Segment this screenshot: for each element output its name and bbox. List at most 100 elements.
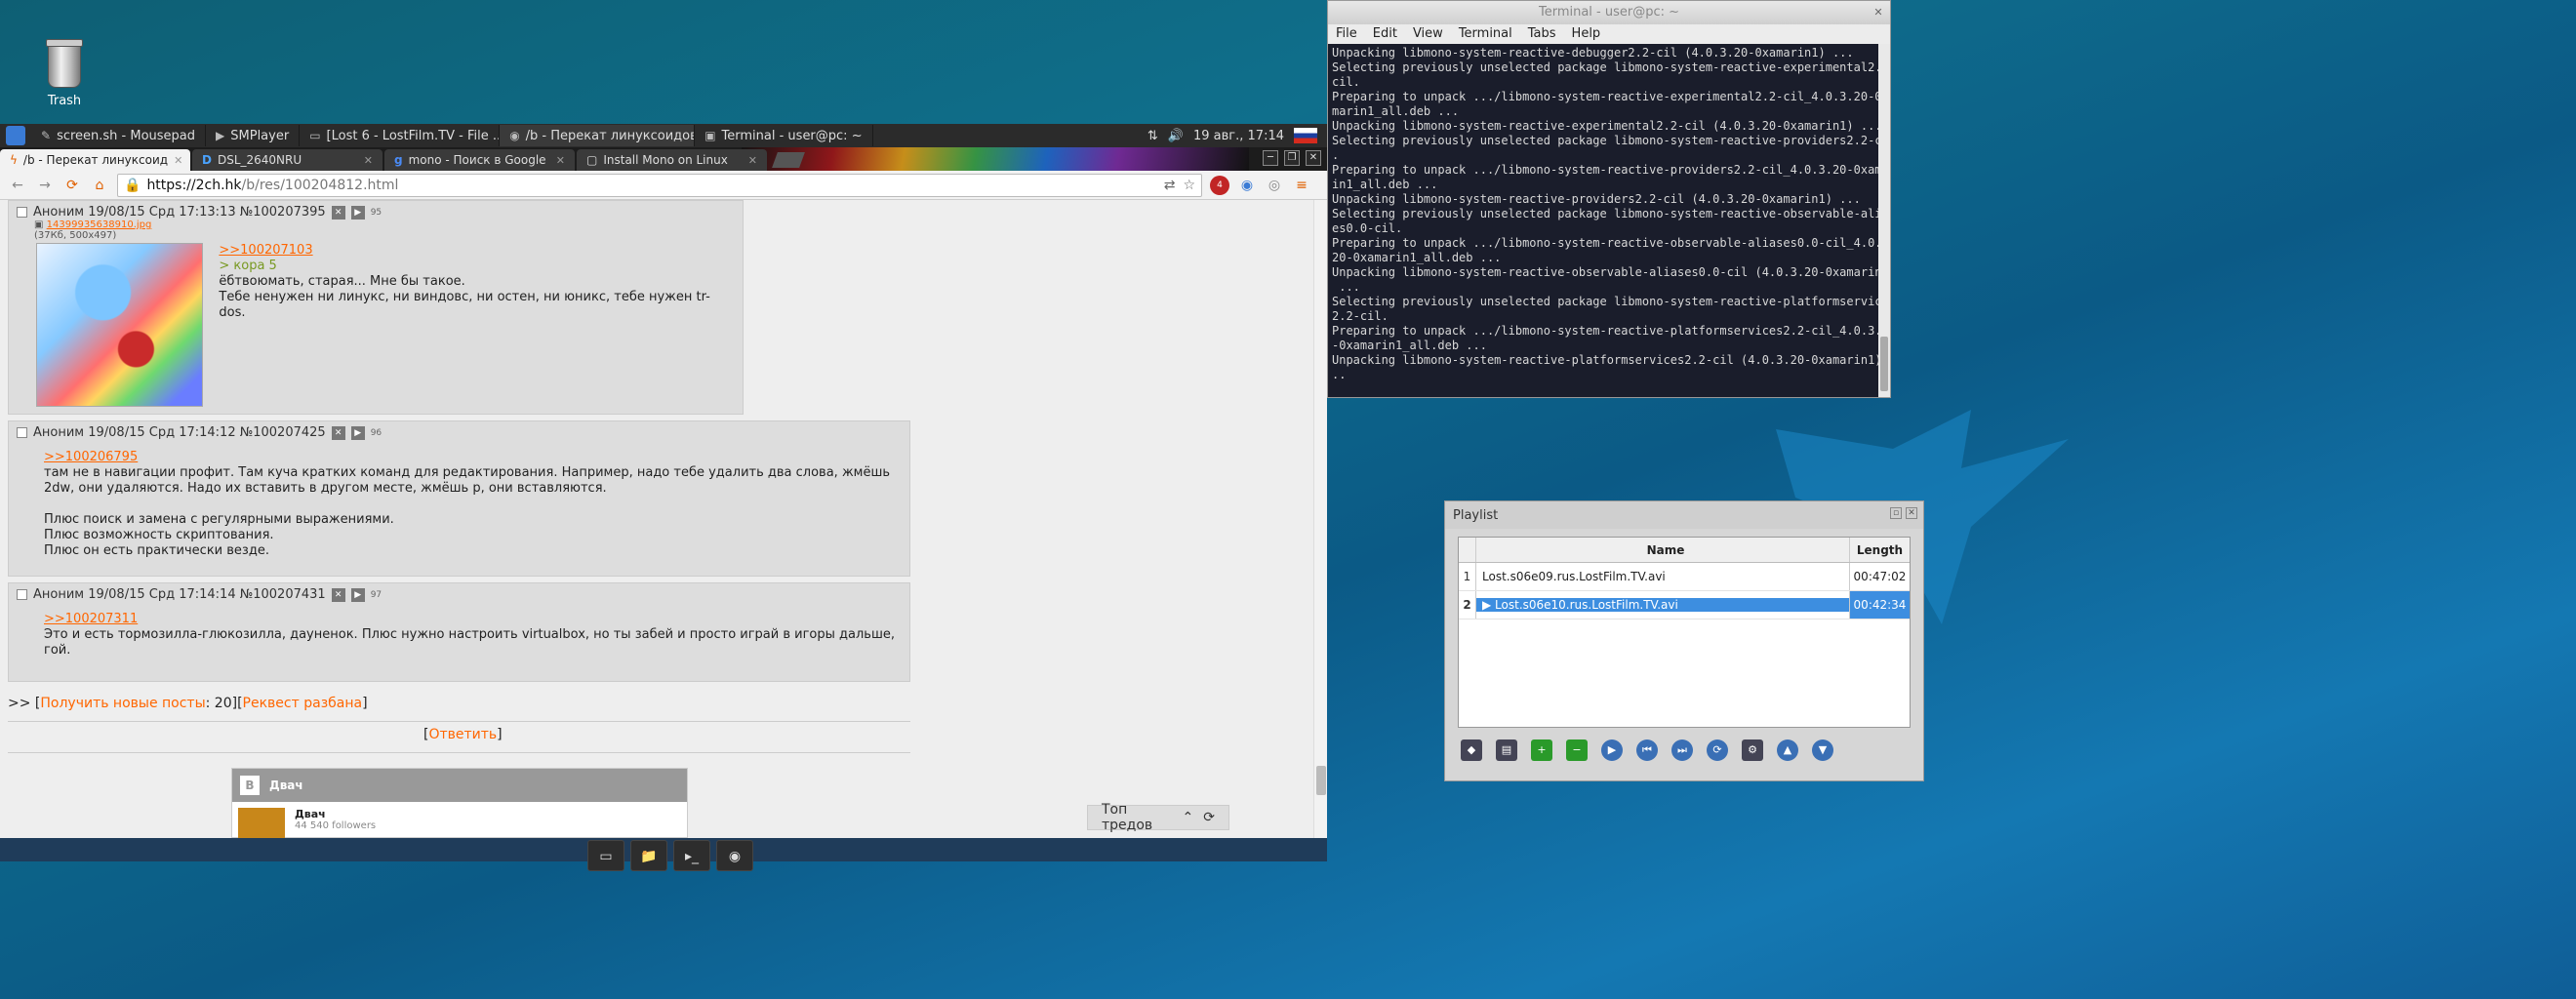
request-unban-link[interactable]: Реквест разбана <box>243 696 363 711</box>
reply-post-icon[interactable]: ▶ <box>350 587 365 602</box>
reply-link[interactable]: >>100206795 <box>44 450 902 465</box>
translate-icon[interactable]: ⇄ <box>1164 178 1176 193</box>
playlist-window: Playlist ▫ ✕ Name Length 1 Lost.s06e09.ru… <box>1444 500 1924 781</box>
extension-icon-2[interactable]: ◎ <box>1265 176 1284 195</box>
file-manager-icon[interactable]: 📁 <box>630 840 667 871</box>
post-checkbox[interactable] <box>17 427 27 438</box>
task-browser[interactable]: ◉/b - Перекат линуксоидов... <box>500 125 696 146</box>
new-tab-button[interactable] <box>772 152 805 168</box>
close-icon[interactable]: ✕ <box>1906 507 1917 519</box>
close-icon[interactable]: ✕ <box>1306 150 1321 166</box>
menu-file[interactable]: File <box>1336 24 1357 44</box>
settings-icon[interactable]: ⚙ <box>1742 739 1763 761</box>
play-icon[interactable]: ▶ <box>1601 739 1623 761</box>
terminal-line: Unpacking libmono-system-reactive-provid… <box>1332 192 1861 206</box>
scrollbar-thumb[interactable] <box>1316 766 1326 795</box>
terminal-icon: ▣ <box>704 129 716 142</box>
post-counter: 96 <box>370 427 382 438</box>
ublock-extension-icon[interactable]: 4 <box>1210 175 1229 195</box>
clock[interactable]: 19 авг., 17:14 <box>1193 129 1284 143</box>
hide-post-icon[interactable]: ✕ <box>331 587 345 602</box>
menu-icon[interactable]: ≡ <box>1292 176 1311 195</box>
close-tab-icon[interactable]: ✕ <box>364 154 373 167</box>
menu-tabs[interactable]: Tabs <box>1528 24 1556 44</box>
task-smplayer[interactable]: ▶ SMPlayer <box>206 125 301 146</box>
reply-link[interactable]: >>100207103 <box>219 243 735 259</box>
terminal-launcher-icon[interactable]: ▸_ <box>673 840 710 871</box>
save-icon[interactable]: ▤ <box>1496 739 1517 761</box>
reply-post-icon[interactable]: ▶ <box>350 425 365 440</box>
refresh-icon[interactable]: ⟳ <box>1203 810 1215 825</box>
volume-icon[interactable]: 🔊 <box>1168 129 1184 143</box>
next-icon[interactable]: ⏭ <box>1671 739 1693 761</box>
tab-dsl-router[interactable]: D DSL_2640NRU ✕ <box>192 149 382 171</box>
menu-edit[interactable]: Edit <box>1373 24 1397 44</box>
move-up-icon[interactable]: ▲ <box>1777 739 1798 761</box>
task-terminal[interactable]: ▣ Terminal - user@pc: ~ <box>695 125 873 146</box>
extension-icon[interactable]: ◉ <box>1237 176 1257 195</box>
home-icon[interactable]: ⌂ <box>90 176 109 195</box>
reply-post-icon[interactable]: ▶ <box>350 205 365 220</box>
address-bar[interactable]: 🔒 https://2ch.hk/b/res/100204812.html ⇄ ☆ <box>117 173 1202 197</box>
menu-view[interactable]: View <box>1413 24 1443 44</box>
top-threads-button[interactable]: Топ тредов ⌃ ⟳ <box>1087 802 1229 833</box>
table-row[interactable]: 1 Lost.s06e09.rus.LostFilm.TV.avi 00:47:… <box>1459 563 1910 591</box>
lightning-avatar-icon[interactable] <box>238 808 285 838</box>
post-checkbox[interactable] <box>17 207 27 218</box>
bookmark-star-icon[interactable]: ☆ <box>1183 178 1195 193</box>
maximize-icon[interactable]: ❐ <box>1284 150 1300 166</box>
collapse-icon[interactable]: ⌃ <box>1183 810 1194 825</box>
previous-icon[interactable]: ⏮ <box>1636 739 1658 761</box>
column-name[interactable]: Name <box>1476 543 1849 557</box>
hide-post-icon[interactable]: ✕ <box>331 205 345 220</box>
add-icon[interactable]: + <box>1531 739 1552 761</box>
trash-desktop-icon[interactable]: Trash <box>35 39 94 108</box>
float-icon[interactable]: ▫ <box>1890 507 1902 519</box>
browser-launcher-icon[interactable]: ◉ <box>716 840 753 871</box>
terminal-scrollbar[interactable] <box>1878 44 1890 397</box>
menu-terminal[interactable]: Terminal <box>1459 24 1512 44</box>
tab-google-search[interactable]: g mono - Поиск в Google ✕ <box>384 149 575 171</box>
move-down-icon[interactable]: ▼ <box>1812 739 1833 761</box>
close-icon[interactable]: ✕ <box>1871 5 1886 20</box>
post-header: Аноним 19/08/15 Срд 17:14:14 №100207431 <box>33 587 326 602</box>
table-row[interactable]: 2 ▶ Lost.s06e10.rus.LostFilm.TV.avi 00:4… <box>1459 591 1910 619</box>
hide-post-icon[interactable]: ✕ <box>331 425 345 440</box>
post-image-thumbnail[interactable] <box>36 243 204 407</box>
forward-arrow-icon[interactable]: → <box>35 176 55 195</box>
reply-link[interactable]: >>100207311 <box>44 612 902 627</box>
tab-2ch-thread[interactable]: ϟ/b - Перекат линуксоид ✕ <box>0 149 190 171</box>
tab-install-mono[interactable]: ▢ Install Mono on Linux ✕ <box>577 149 767 171</box>
post-counter: 95 <box>370 207 382 218</box>
post-checkbox[interactable] <box>17 589 27 600</box>
terminal-output[interactable]: Unpacking libmono-system-reactive-debugg… <box>1328 44 1890 395</box>
get-new-posts-link[interactable]: Получить новые посты <box>40 696 205 711</box>
column-length[interactable]: Length <box>1849 538 1910 562</box>
playlist-title-bar[interactable]: Playlist ▫ ✕ <box>1445 501 1923 529</box>
scrollbar-thumb[interactable] <box>1880 337 1888 391</box>
minimize-icon[interactable]: ─ <box>1263 150 1278 166</box>
close-tab-icon[interactable]: ✕ <box>174 154 182 167</box>
terminal-title-bar[interactable]: Terminal - user@pc: ~ ✕ <box>1328 1 1890 24</box>
close-tab-icon[interactable]: ✕ <box>556 154 565 167</box>
page-scrollbar[interactable] <box>1313 200 1327 838</box>
close-tab-icon[interactable]: ✕ <box>748 154 757 167</box>
trash-icon <box>46 39 83 88</box>
task-file-manager[interactable]: ▭ [Lost 6 - LostFilm.TV - File ... <box>300 125 501 146</box>
keyboard-layout-flag-icon[interactable] <box>1294 128 1317 143</box>
divider <box>8 721 910 722</box>
reload-icon[interactable]: ⟳ <box>62 176 82 195</box>
remove-icon[interactable]: − <box>1566 739 1588 761</box>
back-arrow-icon[interactable]: ← <box>8 176 27 195</box>
file-link[interactable]: 14399935638910.jpg <box>47 220 152 230</box>
network-icon[interactable]: ⇅ <box>1147 129 1158 143</box>
menu-help[interactable]: Help <box>1572 24 1601 44</box>
terminal-line: Selecting previously unselected package … <box>1332 134 1890 147</box>
repeat-icon[interactable]: ⟳ <box>1707 739 1728 761</box>
open-icon[interactable]: ◆ <box>1461 739 1482 761</box>
task-mousepad[interactable]: ✎ screen.sh - Mousepad <box>31 125 207 146</box>
vk-group-name[interactable]: Двач <box>295 808 376 820</box>
applications-menu-button[interactable] <box>6 126 25 145</box>
show-desktop-icon[interactable]: ▭ <box>587 840 624 871</box>
reply-link-button[interactable]: Ответить <box>428 727 497 742</box>
